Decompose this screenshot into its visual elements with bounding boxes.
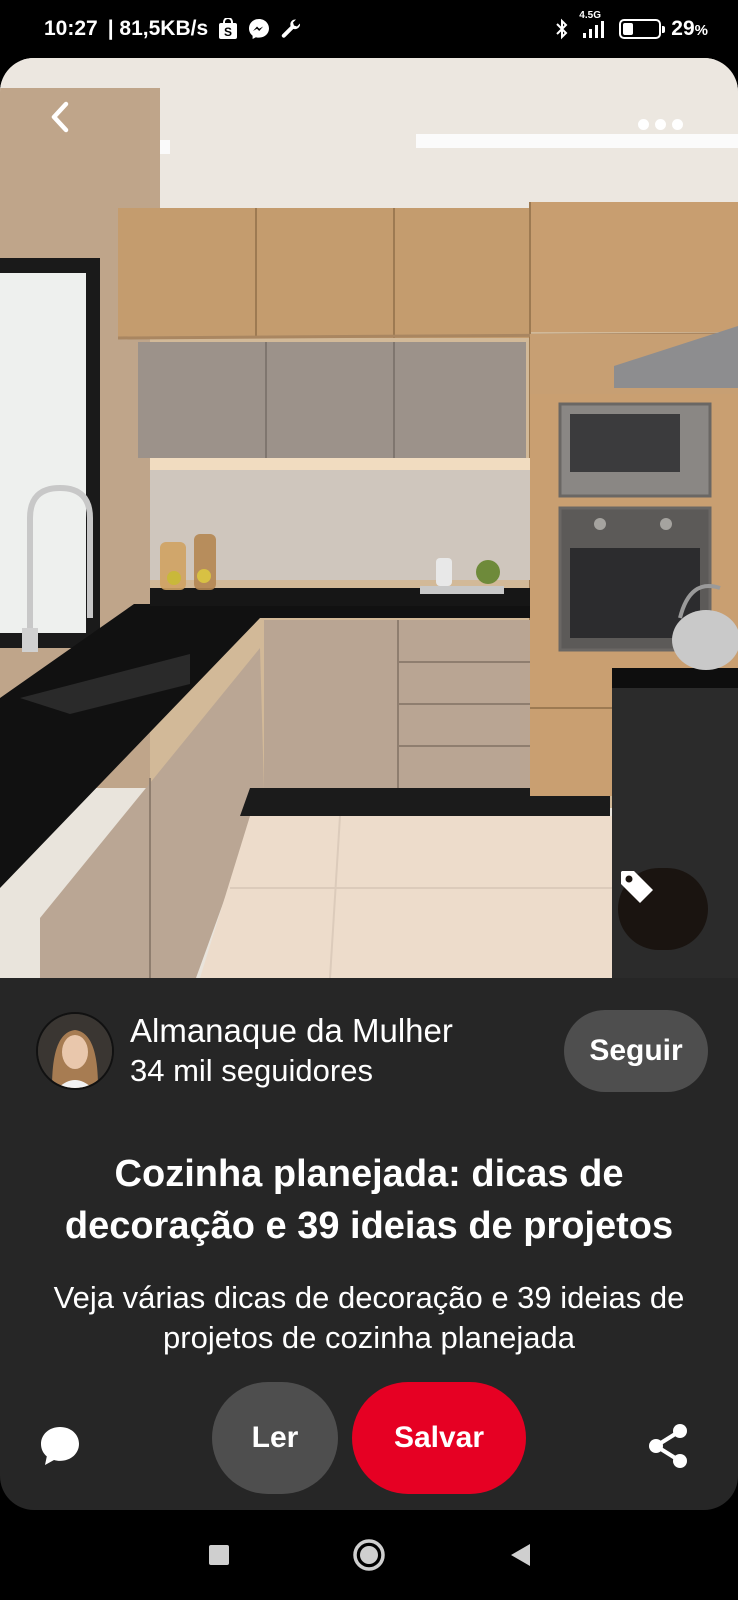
recents-square-icon [209, 1545, 229, 1565]
battery-percent: 29% [671, 17, 708, 40]
pin-description-container: Veja várias dicas de decoração e 39 idei… [30, 1278, 708, 1358]
share-icon [649, 1424, 687, 1468]
follower-count: 34 mil seguidores [130, 1053, 373, 1088]
creator-name[interactable]: Almanaque da Mulher [130, 1011, 564, 1051]
creator-info[interactable]: Almanaque da Mulher 34 mil seguidores [130, 1011, 564, 1091]
save-button[interactable]: Salvar [352, 1382, 526, 1494]
shopping-bag-icon: S [218, 18, 238, 40]
svg-text:S: S [224, 25, 232, 39]
battery-icon [619, 19, 666, 39]
avatar[interactable] [36, 1012, 114, 1090]
share-button[interactable] [644, 1420, 692, 1472]
status-left: 10:27 | 81,5KB/s S [44, 17, 302, 41]
back-triangle-icon [511, 1544, 530, 1566]
follow-button[interactable]: Seguir [564, 1010, 708, 1092]
more-options-icon-dot [654, 118, 666, 130]
signal-icon: 4.5G [579, 10, 609, 40]
wrench-icon [280, 18, 302, 40]
more-options-icon-dot [671, 118, 683, 130]
creator-row: Almanaque da Mulher 34 mil seguidores Se… [36, 1008, 708, 1094]
pin-card: Almanaque da Mulher 34 mil seguidores Se… [0, 58, 738, 1510]
tag-icon [621, 871, 653, 903]
creator-avatar-image [38, 1014, 112, 1088]
home-circle-icon [353, 1539, 385, 1571]
more-options-button[interactable] [630, 104, 690, 144]
pin-description: Veja várias dicas de decoração e 39 idei… [53, 1280, 685, 1355]
battery-fill [623, 23, 634, 35]
messenger-icon [248, 18, 270, 40]
status-right: 4.5G 29% [555, 10, 708, 41]
recents-button[interactable] [196, 1532, 242, 1578]
more-options-icon [637, 118, 649, 130]
action-bar: Ler Salvar [0, 1358, 738, 1508]
back-arrow-icon [51, 101, 69, 133]
clock: 10:27 [44, 17, 98, 40]
read-button[interactable]: Ler [212, 1382, 338, 1494]
system-nav-bar [0, 1510, 738, 1600]
pin-image[interactable] [0, 58, 738, 978]
pin-title: Cozinha planejada: dicas de decoração e … [64, 1153, 674, 1247]
status-bar: 10:27 | 81,5KB/s S 4.5G 29% [0, 0, 738, 58]
shop-tag-button[interactable] [618, 868, 708, 950]
home-button[interactable] [346, 1532, 392, 1578]
comment-icon [41, 1427, 79, 1465]
kitchen-photo [0, 58, 738, 978]
network-speed: | 81,5KB/s [107, 17, 209, 40]
back-nav-button[interactable] [498, 1532, 544, 1578]
back-button[interactable] [48, 100, 96, 148]
bluetooth-icon [555, 18, 569, 40]
network-type-label: 4.5G [579, 10, 601, 21]
comment-button[interactable] [36, 1422, 84, 1470]
